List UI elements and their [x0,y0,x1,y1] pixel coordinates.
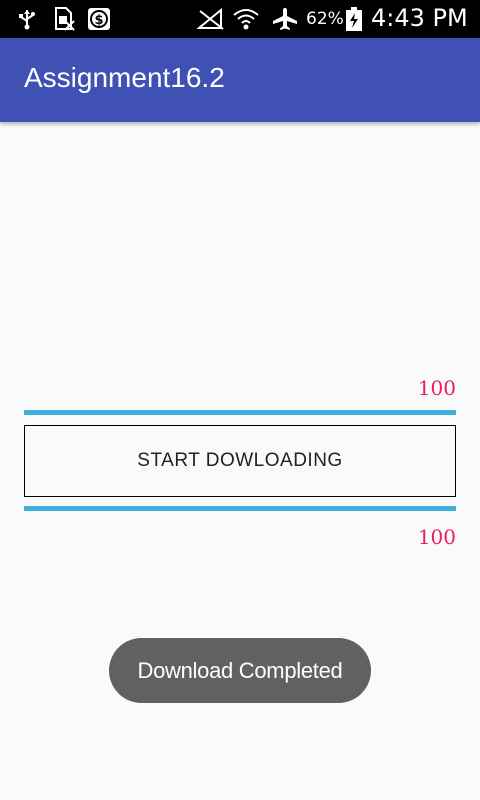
battery-percent: 62% [306,9,344,29]
battery-charging-icon [344,7,364,31]
sim-card-off-icon [52,7,76,31]
no-signal-icon [196,7,226,31]
download-completed-toast: Download Completed [109,638,371,703]
app-title: Assignment16.2 [24,62,225,93]
bottom-progress-bar [24,506,456,511]
status-bar: $ 62% 4:43 PM [0,0,480,38]
clock: 4:43 PM [371,4,468,32]
bottom-progress-fill [24,506,456,511]
start-downloading-button[interactable]: START DOWLOADING [24,425,456,497]
bottom-progress-label: 100 [417,525,456,549]
app-bar: Assignment16.2 [0,38,480,122]
top-progress-bar [24,410,456,415]
app-notification-icon: $ [86,7,112,31]
usb-icon [16,7,38,31]
airplane-mode-icon [270,7,300,31]
top-progress-fill [24,410,456,415]
wifi-icon [232,7,260,31]
top-progress-label: 100 [417,376,456,400]
svg-text:$: $ [94,13,103,28]
